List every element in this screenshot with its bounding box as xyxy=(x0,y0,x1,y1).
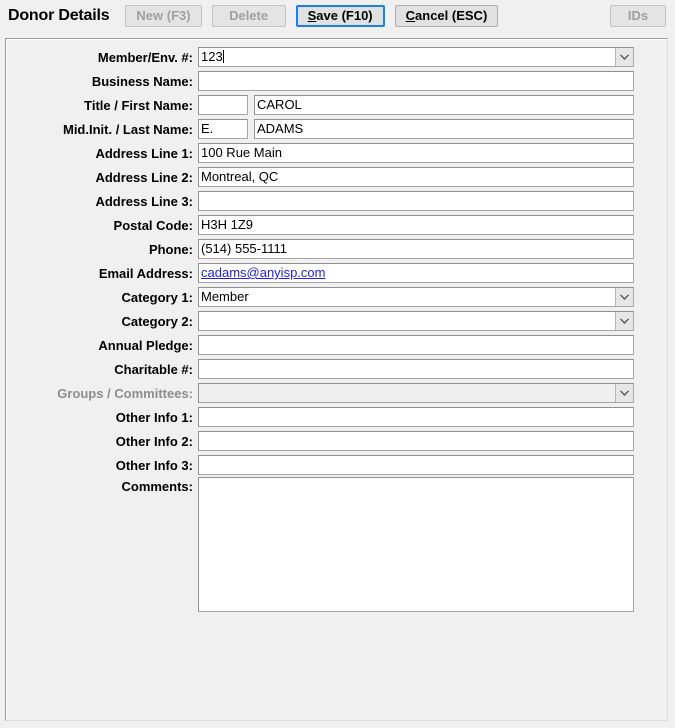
other-info-3-input[interactable] xyxy=(198,455,634,475)
row-other-info-1: Other Info 1: xyxy=(6,405,667,429)
save-button-accelerator: S xyxy=(307,8,317,23)
title-input[interactable] xyxy=(198,95,248,115)
email-label: Email Address: xyxy=(98,265,193,281)
row-comments: Comments: xyxy=(6,477,667,612)
other-info-2-label: Other Info 2: xyxy=(115,433,193,449)
row-address-line-2: Address Line 2: Montreal, QC xyxy=(6,165,667,189)
address-line-2-label: Address Line 2: xyxy=(95,169,193,185)
page-title: Donor Details xyxy=(8,7,110,24)
delete-button[interactable]: Delete xyxy=(211,5,286,27)
save-button-label: ave (F10) xyxy=(316,8,373,23)
new-button-label: New (F3) xyxy=(136,8,191,23)
category-1-label: Category 1: xyxy=(121,289,193,305)
address-line-2-input[interactable]: Montreal, QC xyxy=(198,167,634,187)
annual-pledge-input[interactable] xyxy=(198,335,634,355)
row-annual-pledge: Annual Pledge: xyxy=(6,333,667,357)
toolbar: Donor Details New (F3) Delete Save (F10)… xyxy=(0,0,675,32)
row-charitable-number: Charitable #: xyxy=(6,357,667,381)
row-email: Email Address: cadams@anyisp.com xyxy=(6,261,667,285)
row-postal-code: Postal Code: H3H 1Z9 xyxy=(6,213,667,237)
category-2-label: Category 2: xyxy=(121,313,193,329)
title-first-name-label: Title / First Name: xyxy=(84,97,193,113)
category-1-combo[interactable]: Member xyxy=(198,287,634,307)
cancel-button-label: ancel (ESC) xyxy=(415,8,488,23)
address-line-1-label: Address Line 1: xyxy=(95,145,193,161)
delete-button-label: Delete xyxy=(229,8,269,23)
row-title-first-name: Title / First Name: CAROL xyxy=(6,93,667,117)
phone-input[interactable]: (514) 555-1111 xyxy=(198,239,634,259)
other-info-2-input[interactable] xyxy=(198,431,634,451)
chevron-down-icon[interactable] xyxy=(615,312,633,330)
other-info-1-label: Other Info 1: xyxy=(115,409,193,425)
email-input[interactable]: cadams@anyisp.com xyxy=(198,263,634,283)
row-member-number: Member/Env. #: 123 xyxy=(6,45,667,69)
row-groups-committees: Groups / Committees: xyxy=(6,381,667,405)
save-button[interactable]: Save (F10) xyxy=(295,5,385,27)
category-2-value xyxy=(199,312,615,330)
other-info-1-input[interactable] xyxy=(198,407,634,427)
row-category-1: Category 1: Member xyxy=(6,285,667,309)
last-name-input[interactable]: ADAMS xyxy=(254,119,634,139)
chevron-down-icon[interactable] xyxy=(615,48,633,66)
ids-button[interactable]: IDs xyxy=(610,5,666,27)
text-caret xyxy=(222,50,224,63)
row-address-line-1: Address Line 1: 100 Rue Main xyxy=(6,141,667,165)
member-number-input[interactable]: 123 xyxy=(199,48,615,66)
business-name-label: Business Name: xyxy=(91,73,193,89)
new-button[interactable]: New (F3) xyxy=(125,5,202,27)
groups-committees-value xyxy=(199,384,615,402)
postal-code-input[interactable]: H3H 1Z9 xyxy=(198,215,634,235)
row-mid-last-name: Mid.Init. / Last Name: E. ADAMS xyxy=(6,117,667,141)
category-2-combo[interactable] xyxy=(198,311,634,331)
groups-committees-combo[interactable] xyxy=(198,383,634,403)
address-line-3-label: Address Line 3: xyxy=(95,193,193,209)
annual-pledge-label: Annual Pledge: xyxy=(98,337,193,353)
member-number-label: Member/Env. #: xyxy=(97,49,193,65)
member-number-value: 123 xyxy=(201,49,223,64)
cancel-button-accelerator: C xyxy=(405,8,416,23)
mid-last-name-label: Mid.Init. / Last Name: xyxy=(62,121,193,137)
email-link[interactable]: cadams@anyisp.com xyxy=(201,265,326,280)
cancel-button[interactable]: Cancel (ESC) xyxy=(394,5,499,27)
category-1-value: Member xyxy=(201,289,249,304)
chevron-down-icon[interactable] xyxy=(615,288,633,306)
row-other-info-3: Other Info 3: xyxy=(6,453,667,477)
chevron-down-icon[interactable] xyxy=(615,384,633,402)
row-business-name: Business Name: xyxy=(6,69,667,93)
comments-label: Comments: xyxy=(121,479,193,494)
phone-label: Phone: xyxy=(148,241,193,257)
charitable-number-label: Charitable #: xyxy=(114,361,193,377)
address-line-3-input[interactable] xyxy=(198,191,634,211)
member-number-combo[interactable]: 123 xyxy=(198,47,634,67)
row-other-info-2: Other Info 2: xyxy=(6,429,667,453)
ids-button-label: IDs xyxy=(627,8,649,23)
first-name-input[interactable]: CAROL xyxy=(254,95,634,115)
donor-details-form: Member/Env. #: 123 Business Name: Title … xyxy=(5,38,668,721)
address-line-1-input[interactable]: 100 Rue Main xyxy=(198,143,634,163)
row-phone: Phone: (514) 555-1111 xyxy=(6,237,667,261)
other-info-3-label: Other Info 3: xyxy=(115,457,193,473)
business-name-input[interactable] xyxy=(198,71,634,91)
row-category-2: Category 2: xyxy=(6,309,667,333)
row-address-line-3: Address Line 3: xyxy=(6,189,667,213)
charitable-number-input[interactable] xyxy=(198,359,634,379)
comments-textarea[interactable] xyxy=(198,477,634,612)
middle-initial-input[interactable]: E. xyxy=(198,119,248,139)
postal-code-label: Postal Code: xyxy=(113,217,193,233)
groups-committees-label: Groups / Committees: xyxy=(57,385,193,401)
